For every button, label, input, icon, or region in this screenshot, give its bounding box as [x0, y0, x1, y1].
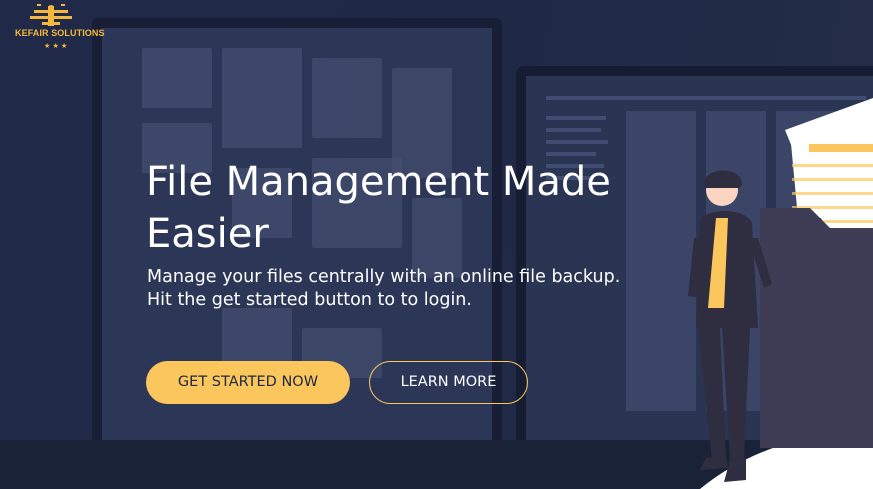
- hero-subtitle: Manage your files centrally with an onli…: [147, 266, 647, 312]
- person-with-document-illustration: [688, 98, 873, 489]
- hero-title-line2: Easier: [146, 211, 269, 257]
- site-logo[interactable]: KEFAIR SOLUTIONS ★ ★ ★: [6, 2, 105, 50]
- brand-name: KEFAIR SOLUTIONS: [15, 28, 105, 38]
- brand-stars: ★ ★ ★: [44, 42, 68, 50]
- hero-subtitle-line1: Manage your files centrally with an onli…: [147, 267, 621, 287]
- hero-subtitle-line2: Hit the get started button to to login.: [147, 290, 472, 310]
- learn-more-button[interactable]: LEARN MORE: [369, 361, 528, 404]
- hero-title-line1: File Management Made: [146, 159, 611, 205]
- get-started-button[interactable]: GET STARTED NOW: [146, 361, 350, 404]
- hero-title: File Management Made Easier: [146, 156, 626, 260]
